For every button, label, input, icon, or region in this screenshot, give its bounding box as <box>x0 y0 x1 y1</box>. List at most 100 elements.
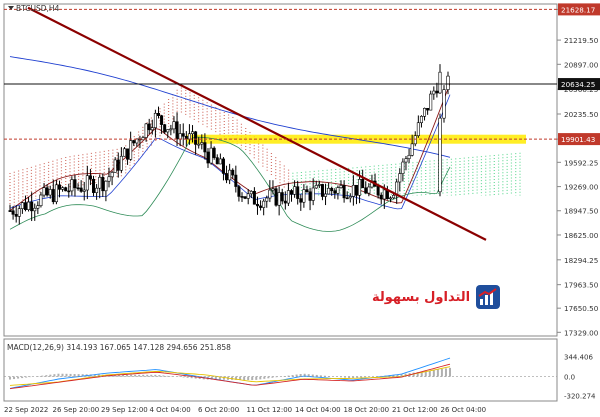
candle-body <box>209 147 213 164</box>
candle-body <box>163 124 167 133</box>
candle-body <box>82 189 86 192</box>
candle-body <box>255 203 259 207</box>
candle-body <box>160 115 164 125</box>
price-tick-label: 19592.25 <box>564 158 598 167</box>
candle-body <box>330 187 334 192</box>
candle-body <box>280 192 284 202</box>
candle-body <box>361 179 365 189</box>
candle-body <box>336 187 340 194</box>
candle-body <box>191 131 195 135</box>
candle-body <box>61 187 65 190</box>
candle-body <box>175 121 179 140</box>
candle-body <box>197 143 201 146</box>
candle-body <box>290 190 294 195</box>
candle-body <box>126 148 130 160</box>
symbol-text: BTCUSD,H4 <box>16 4 60 13</box>
candle-body <box>299 198 303 203</box>
time-tick-label: 22 Sep 2022 <box>4 406 48 414</box>
candle-body <box>262 200 266 208</box>
candle-body <box>30 201 34 212</box>
candle-body <box>42 187 46 196</box>
candle-body <box>73 179 77 189</box>
candle-body <box>311 187 315 201</box>
candle-body <box>389 197 393 200</box>
candle-body <box>231 169 235 176</box>
candle-body <box>187 133 191 140</box>
candle-body <box>314 185 318 189</box>
candle-body <box>413 135 417 145</box>
candle-body <box>98 176 102 189</box>
price-tick-label: 17329.00 <box>564 328 599 337</box>
macd-tick-label: 344.406 <box>564 353 593 361</box>
watermark-logo-icon <box>476 285 501 309</box>
candle-body <box>407 154 411 159</box>
candle-body <box>277 192 281 206</box>
candle-body <box>132 140 136 144</box>
time-tick-label: 29 Sep 12:00 <box>101 406 148 414</box>
candle-body <box>446 75 450 90</box>
candle-body <box>324 193 328 197</box>
candle-body <box>92 178 96 193</box>
candle-body <box>345 197 349 200</box>
candle-body <box>237 186 241 197</box>
candle-body <box>398 173 402 183</box>
time-tick-label: 14 Oct 04:00 <box>295 406 341 414</box>
candle-body <box>23 202 27 210</box>
candle-body <box>283 200 287 204</box>
price-tick-label: 17650.50 <box>564 304 599 313</box>
candle-body <box>302 189 306 203</box>
price-tick-label: 18625.00 <box>564 231 599 240</box>
price-tick-label: 18294.25 <box>564 256 598 265</box>
time-tick-label: 11 Oct 12:00 <box>247 406 293 414</box>
candle-body <box>221 158 225 174</box>
candle-body <box>8 210 12 212</box>
price-tick-label: 17963.50 <box>564 281 599 290</box>
time-tick-label: 4 Oct 04:00 <box>150 406 191 414</box>
candle-body <box>79 187 83 192</box>
candle-body <box>342 185 346 199</box>
price-flag-label: 19901.43 <box>561 135 595 144</box>
macd-tick-label: -320.274 <box>564 392 596 400</box>
candle-body <box>150 127 154 131</box>
candle-body <box>265 197 269 202</box>
candle-body <box>107 176 111 182</box>
candle-body <box>218 158 222 165</box>
candle-body <box>54 184 58 203</box>
candle-body <box>333 190 337 194</box>
candle-body <box>426 107 430 111</box>
time-tick-label: 26 Oct 04:00 <box>441 406 487 414</box>
candle-body <box>153 113 157 128</box>
candle-body <box>252 190 256 205</box>
candle-body <box>166 129 170 133</box>
time-tick-label: 21 Oct 12:00 <box>392 406 438 414</box>
candle-body <box>423 107 427 117</box>
symbol-label: BTCUSD,H4 <box>8 4 60 13</box>
candle-body <box>194 131 198 145</box>
candle-body <box>39 194 43 206</box>
candle-body <box>339 185 343 188</box>
candle-body <box>274 188 278 206</box>
candle-body <box>64 187 68 192</box>
candle-body <box>438 117 442 193</box>
candle-body <box>95 187 99 193</box>
time-tick-label: 6 Oct 20:00 <box>198 406 239 414</box>
candle-body <box>206 151 210 164</box>
candle-body <box>27 201 31 210</box>
candle-body <box>354 184 358 196</box>
candle-body <box>419 116 423 124</box>
price-flag-label: 21628.17 <box>561 5 595 14</box>
candle-body <box>203 142 207 153</box>
time-tick-label: 26 Sep 20:00 <box>53 406 100 414</box>
candle-body <box>268 189 272 199</box>
candle-body <box>404 158 408 163</box>
candle-body <box>382 189 386 200</box>
candle-body <box>327 187 331 195</box>
candle-body <box>85 175 89 191</box>
candle-body <box>379 194 383 200</box>
candle-body <box>215 157 219 165</box>
price-tick-label: 19269.00 <box>564 183 599 192</box>
price-tick-label: 21219.50 <box>564 36 599 45</box>
candle-body <box>240 196 244 198</box>
candle-body <box>435 90 439 94</box>
macd-tick-label: 0.0 <box>564 374 575 382</box>
